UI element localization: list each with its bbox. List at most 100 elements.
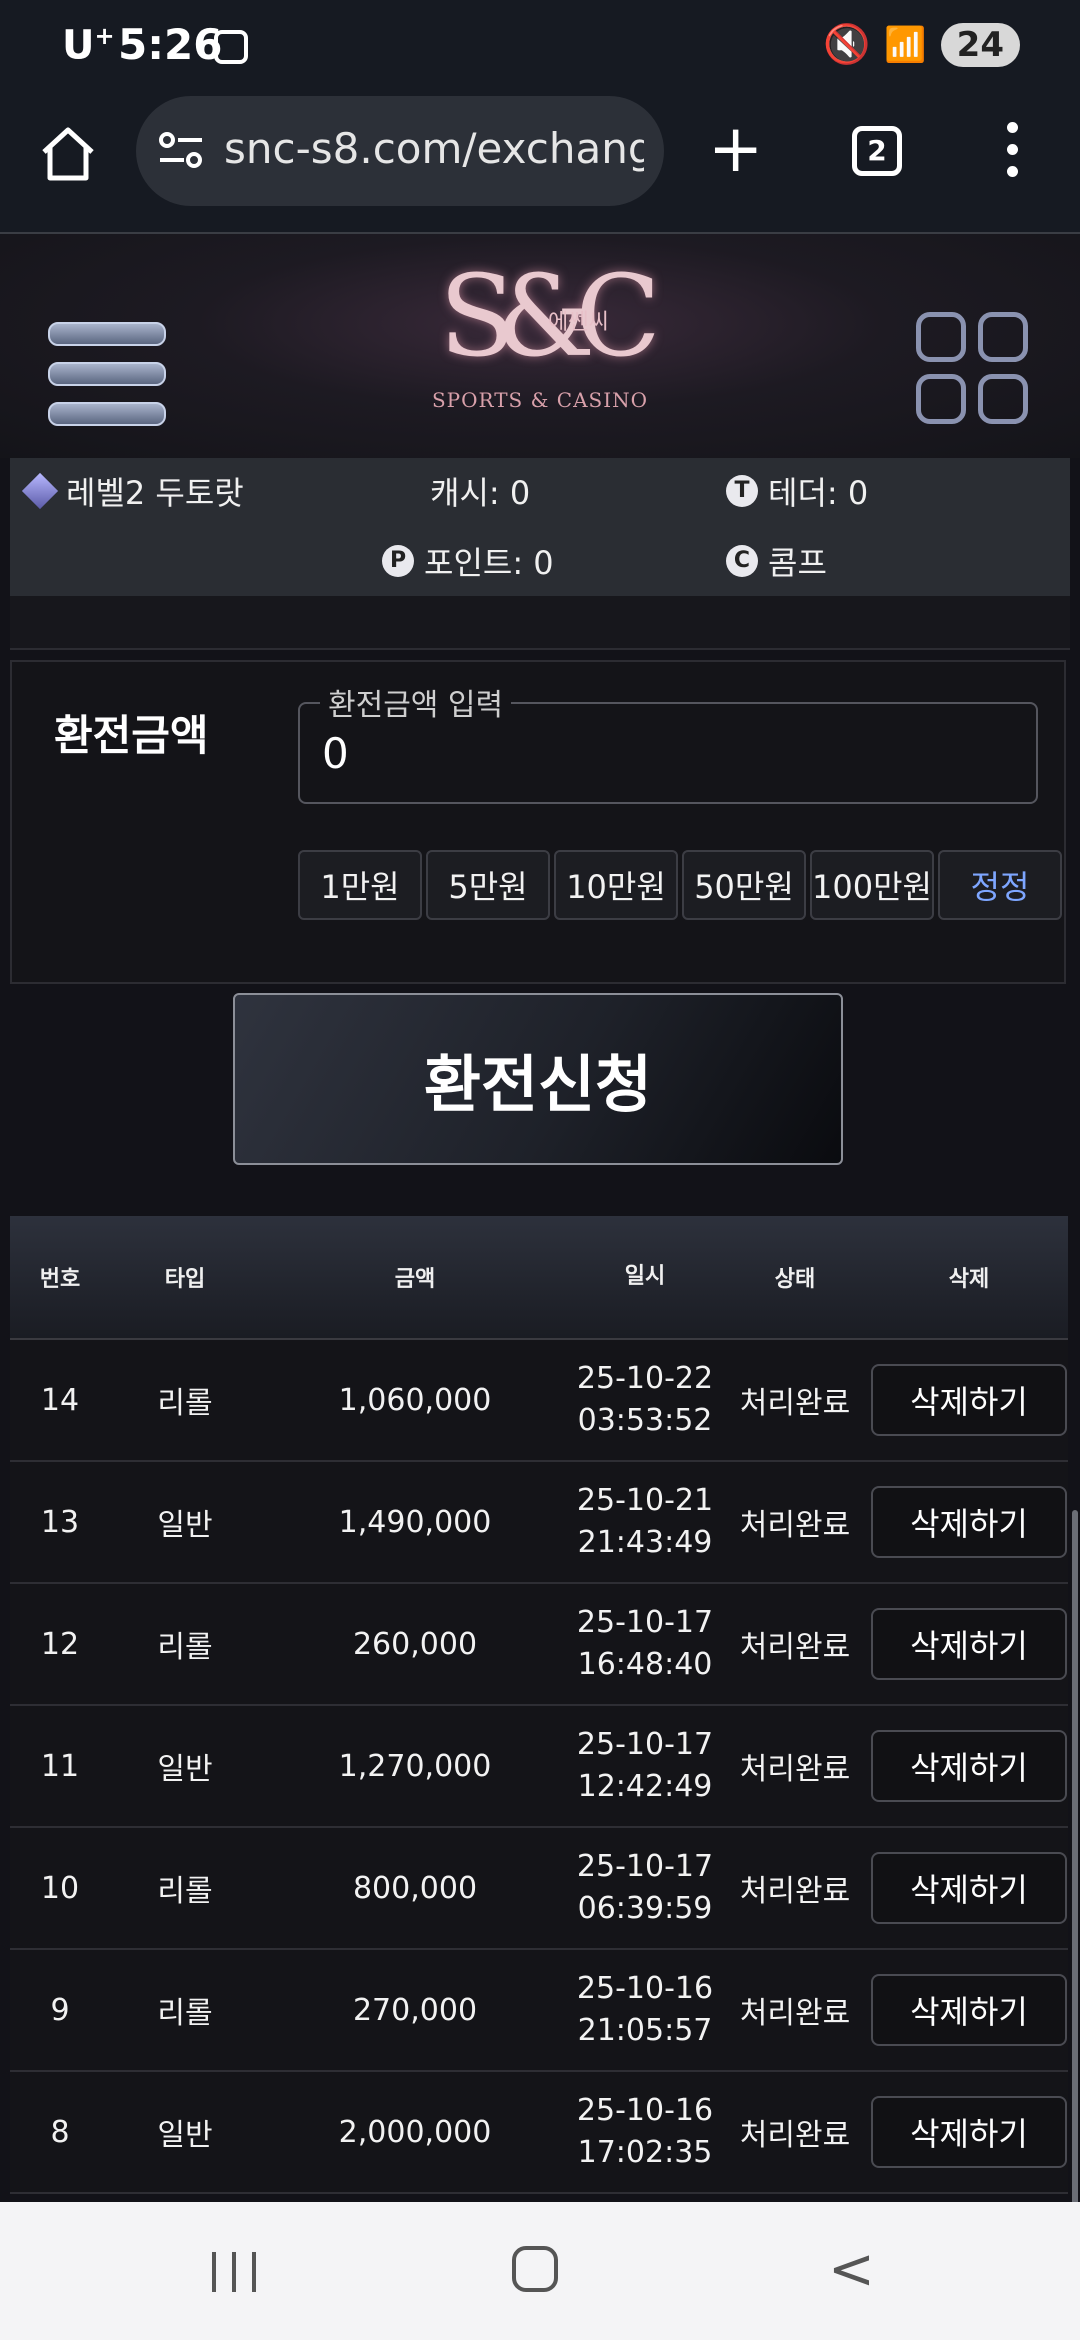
site-settings-icon[interactable] <box>158 130 204 170</box>
point-info: P 포인트: 0 <box>382 538 554 584</box>
cell-type: 리롤 <box>157 1996 213 2031</box>
cell-datetime: 25-10-16 21:05:57 <box>576 1971 714 2048</box>
cell-type: 일반 <box>157 2118 213 2153</box>
address-bar[interactable]: snc-s8.com/exchang <box>136 96 664 206</box>
quick-amount-buttons: 1만원 5만원 10만원 50만원 100만원 정정 <box>298 850 1062 920</box>
cell-status: 처리완료 <box>739 1996 851 2031</box>
status-bar: U+ 5:26 🔇 📶 24 <box>0 0 1080 96</box>
wifi-icon: 📶 <box>884 24 927 65</box>
cell-no: 12 <box>40 1626 80 1662</box>
header-status: 상태 <box>774 1267 816 1292</box>
level-info: 레벨2 두토랏 <box>21 468 244 514</box>
tab-switcher-button[interactable]: 2 <box>852 126 902 176</box>
submit-exchange-button[interactable]: 환전신청 <box>233 993 843 1165</box>
tether-icon: T <box>726 475 758 507</box>
reset-amount-button[interactable]: 정정 <box>938 850 1062 920</box>
exchange-form: 환전금액 환전금액 입력 1만원 5만원 10만원 50만원 100만원 정정 <box>10 660 1066 984</box>
new-tab-icon[interactable]: + <box>708 116 763 182</box>
quick-500k-button[interactable]: 50만원 <box>682 850 806 920</box>
clock: 5:26 <box>118 20 223 69</box>
recent-apps-icon[interactable] <box>212 2252 256 2292</box>
cell-amount: 1,270,000 <box>338 1748 492 1784</box>
comp-info[interactable]: C 콤프 <box>726 538 827 584</box>
quick-1m-button[interactable]: 100만원 <box>810 850 934 920</box>
table-header: 번호 타입 금액 일시 상태 삭제 <box>10 1216 1068 1340</box>
cell-status: 처리완료 <box>739 1508 851 1543</box>
table-row: 9 리롤 270,000 25-10-16 21:05:57 처리완료 삭제하기 <box>10 1950 1068 2072</box>
tether-info: T 테더: 0 <box>726 468 868 514</box>
cell-status: 처리완료 <box>739 1386 851 1421</box>
site-header: S&C 에쎈씨 SPORTS & CASINO <box>0 234 1080 458</box>
cell-amount: 1,490,000 <box>338 1504 492 1540</box>
table-row: 11 일반 1,270,000 25-10-17 12:42:49 처리완료 삭제… <box>10 1706 1068 1828</box>
cash-info: 캐시: 0 <box>430 474 531 512</box>
cell-status: 처리완료 <box>739 2118 851 2153</box>
delete-button[interactable]: 삭제하기 <box>871 1608 1067 1680</box>
url-text[interactable]: snc-s8.com/exchang <box>224 124 644 173</box>
cell-status: 처리완료 <box>739 1630 851 1665</box>
cell-status: 처리완료 <box>739 1874 851 1909</box>
exchange-amount-field[interactable]: 환전금액 입력 <box>298 680 1038 804</box>
comp-icon: C <box>726 545 758 577</box>
cell-amount: 1,060,000 <box>338 1382 492 1418</box>
delete-button[interactable]: 삭제하기 <box>871 1730 1067 1802</box>
cell-no: 14 <box>40 1382 80 1418</box>
header-datetime: 일시 <box>624 1264 666 1289</box>
page-scrollbar[interactable] <box>1072 1510 1078 2210</box>
delete-button[interactable]: 삭제하기 <box>871 2096 1067 2168</box>
hamburger-menu-icon[interactable] <box>48 322 166 442</box>
back-icon[interactable]: < <box>828 2242 875 2298</box>
cell-no: 13 <box>40 1504 80 1540</box>
header-delete: 삭제 <box>948 1267 990 1292</box>
overflow-menu-icon[interactable] <box>1000 122 1024 188</box>
header-type: 타입 <box>164 1267 206 1292</box>
cell-status: 처리완료 <box>739 1752 851 1787</box>
user-info-bar: 레벨2 두토랏 캐시: 0 T 테더: 0 P 포인트: 0 C 콤프 <box>10 458 1070 596</box>
header-amount: 금액 <box>394 1267 436 1292</box>
table-row: 13 일반 1,490,000 25-10-21 21:43:49 처리완료 삭제… <box>10 1462 1068 1584</box>
delete-button[interactable]: 삭제하기 <box>871 1974 1067 2046</box>
header-no: 번호 <box>39 1267 81 1292</box>
battery-indicator: 24 <box>940 22 1020 67</box>
mute-icon: 🔇 <box>823 22 871 66</box>
cell-type: 리롤 <box>157 1386 213 1421</box>
exchange-amount-input[interactable] <box>320 724 1004 782</box>
point-icon: P <box>382 545 414 577</box>
cell-datetime: 25-10-17 06:39:59 <box>576 1849 714 1926</box>
divider-band <box>10 596 1070 650</box>
cell-amount: 260,000 <box>352 1626 478 1662</box>
table-row: 14 리롤 1,060,000 25-10-22 03:53:52 처리완료 삭제… <box>10 1340 1068 1462</box>
site-logo[interactable]: S&C 에쎈씨 SPORTS & CASINO <box>430 252 661 448</box>
cell-no: 8 <box>50 2114 70 2150</box>
cell-datetime: 25-10-17 12:42:49 <box>576 1727 714 1804</box>
home-icon[interactable] <box>36 122 100 186</box>
cell-type: 일반 <box>157 1752 213 1787</box>
cell-no: 11 <box>40 1748 80 1784</box>
quick-10k-button[interactable]: 1만원 <box>298 850 422 920</box>
cell-no: 9 <box>50 1992 70 2028</box>
exchange-amount-label: 환전금액 <box>54 711 209 760</box>
cell-amount: 800,000 <box>352 1870 478 1906</box>
cell-type: 리롤 <box>157 1874 213 1909</box>
cell-type: 일반 <box>157 1508 213 1543</box>
cell-amount: 270,000 <box>352 1992 478 2028</box>
quick-50k-button[interactable]: 5만원 <box>426 850 550 920</box>
field-legend: 환전금액 입력 <box>320 680 512 724</box>
delete-button[interactable]: 삭제하기 <box>871 1486 1067 1558</box>
delete-button[interactable]: 삭제하기 <box>871 1364 1067 1436</box>
delete-button[interactable]: 삭제하기 <box>871 1852 1067 1924</box>
cell-amount: 2,000,000 <box>338 2114 492 2150</box>
cell-datetime: 25-10-16 17:02:35 <box>576 2093 714 2170</box>
nav-home-icon[interactable] <box>512 2246 558 2292</box>
app-grid-icon[interactable] <box>916 312 1028 424</box>
level-gem-icon <box>21 472 59 510</box>
table-row: 12 리롤 260,000 25-10-17 16:48:40 처리완료 삭제하기 <box>10 1584 1068 1706</box>
quick-100k-button[interactable]: 10만원 <box>554 850 678 920</box>
screenshot-icon <box>214 30 248 64</box>
cell-datetime: 25-10-22 03:53:52 <box>576 1361 714 1438</box>
system-nav-bar: < <box>0 2202 1080 2340</box>
cell-no: 10 <box>40 1870 80 1906</box>
cell-datetime: 25-10-17 16:48:40 <box>576 1605 714 1682</box>
carrier-label: U+ <box>62 22 115 69</box>
exchange-history-table: 번호 타입 금액 일시 상태 삭제 14 리롤 1,060,000 25-10-… <box>10 1216 1068 2194</box>
